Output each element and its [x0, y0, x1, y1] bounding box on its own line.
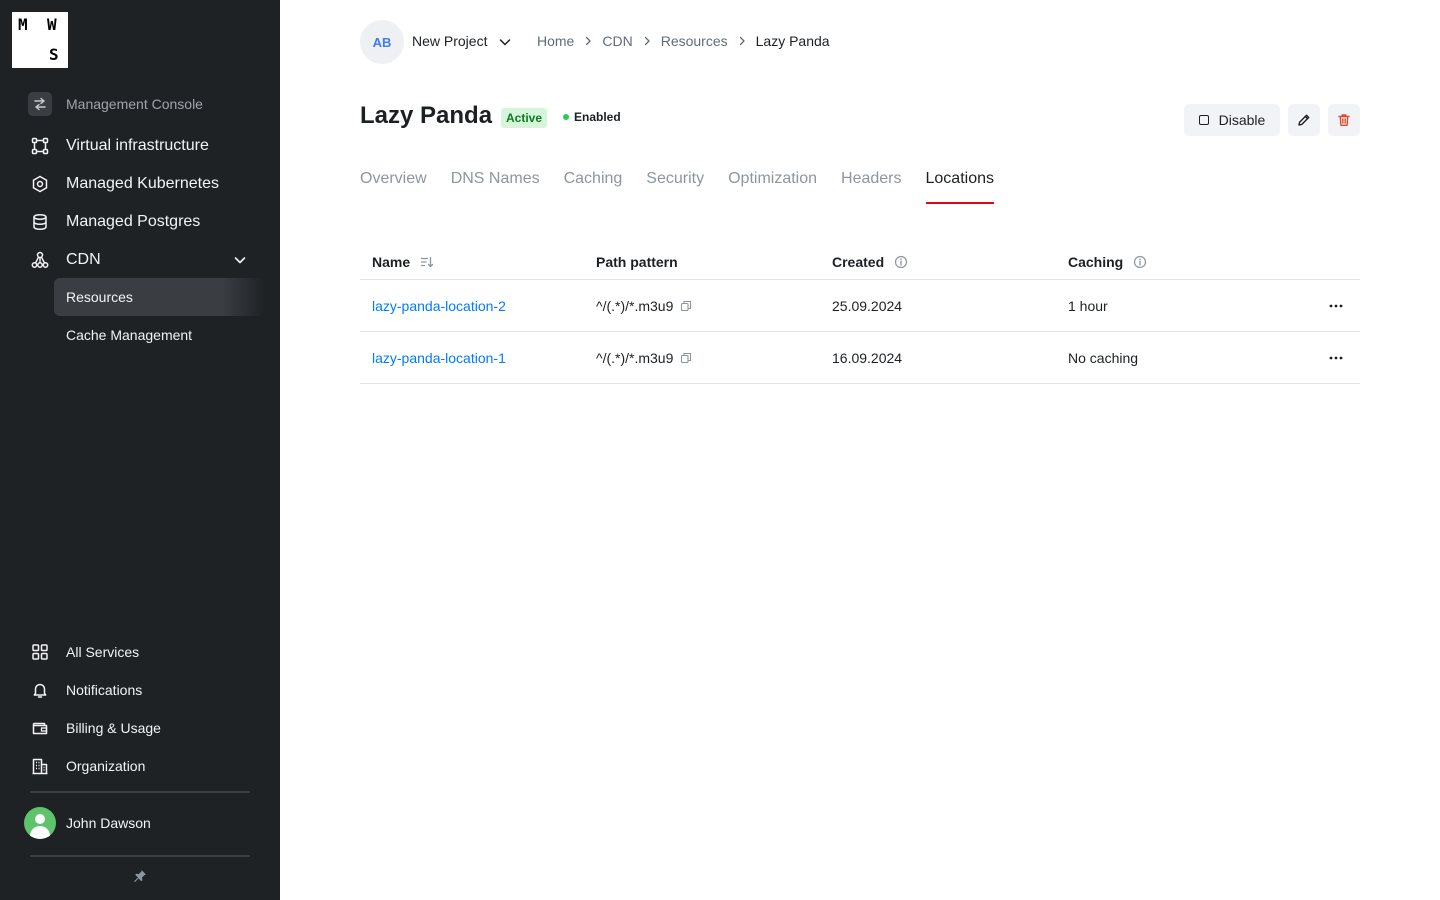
breadcrumb-home[interactable]: Home — [537, 33, 574, 49]
tab-headers[interactable]: Headers — [841, 168, 901, 204]
chevron-right-icon — [736, 35, 748, 47]
user-name: John Dawson — [66, 815, 151, 831]
project-selector[interactable]: New Project — [412, 33, 487, 49]
building-icon — [32, 758, 48, 775]
tab-overview[interactable]: Overview — [360, 168, 427, 204]
tabs: Overview DNS Names Caching Security Opti… — [360, 168, 1018, 204]
nav-organization[interactable]: Organization — [24, 750, 264, 782]
column-header-label: Name — [372, 253, 411, 270]
nav-label: Billing & Usage — [66, 720, 161, 736]
column-header-caching: Caching — [1068, 254, 1304, 270]
sidebar-item-cache-management[interactable]: Cache Management — [54, 316, 264, 354]
mws-logo[interactable]: M W S — [12, 12, 68, 68]
tab-security[interactable]: Security — [646, 168, 704, 204]
enabled-status-label: Enabled — [574, 110, 621, 124]
wallet-icon — [32, 722, 48, 735]
disable-button[interactable]: Disable — [1184, 104, 1280, 136]
nav-label: Managed Postgres — [66, 213, 201, 230]
chevron-right-icon — [582, 35, 594, 47]
breadcrumb-current: Lazy Panda — [755, 33, 830, 49]
trash-icon — [1338, 114, 1350, 126]
breadcrumb-resources[interactable]: Resources — [661, 33, 728, 49]
bell-icon — [33, 683, 47, 698]
column-header-label: Path pattern — [596, 253, 678, 270]
enabled-status: Enabled — [563, 110, 621, 124]
edit-button[interactable] — [1288, 104, 1320, 136]
status-badge: Active — [501, 108, 548, 128]
user-profile[interactable]: John Dawson — [24, 807, 151, 839]
nav-label: All Services — [66, 644, 140, 660]
switch-arrows-icon — [28, 92, 52, 116]
info-icon[interactable] — [894, 255, 908, 269]
table-row: lazy-panda-location-1 ^/(.*)/*.m3u9 16.0… — [360, 332, 1360, 384]
tab-locations[interactable]: Locations — [925, 168, 994, 204]
sidebar: M W S Management Console Virtual infrast… — [0, 0, 280, 900]
path-pattern: ^/(.*)/*.m3u9 — [596, 349, 674, 366]
column-header-label: Created — [832, 253, 885, 270]
column-header-name: Name — [360, 254, 596, 270]
column-header-created: Created — [832, 254, 1068, 270]
nav-cdn[interactable]: CDN — [24, 244, 264, 276]
sidebar-divider — [30, 791, 250, 793]
breadcrumb-cdn[interactable]: CDN — [602, 33, 632, 49]
created-date: 25.09.2024 — [832, 297, 903, 314]
nav-notifications[interactable]: Notifications — [24, 674, 264, 706]
column-header-label: Caching — [1068, 253, 1124, 270]
page-title: Lazy Panda — [360, 102, 493, 129]
logo-letter-s: S — [49, 45, 59, 64]
path-pattern: ^/(.*)/*.m3u9 — [596, 297, 674, 314]
pin-icon[interactable] — [132, 868, 148, 884]
disable-button-label: Disable — [1218, 112, 1266, 128]
nav-label: Organization — [66, 758, 146, 774]
table-header: Name Path pattern Created Caching — [360, 244, 1360, 280]
nav-label: Managed Kubernetes — [66, 175, 219, 192]
management-console-label: Management Console — [66, 96, 203, 112]
database-icon — [33, 213, 47, 231]
avatar — [24, 807, 56, 839]
location-name-link[interactable]: lazy-panda-location-2 — [372, 298, 506, 314]
grid-icon — [32, 644, 48, 660]
status-dot-icon — [563, 114, 569, 120]
more-actions-icon[interactable] — [1328, 298, 1344, 314]
chevron-down-icon[interactable] — [497, 34, 513, 50]
stop-icon — [1198, 115, 1209, 125]
more-actions-icon[interactable] — [1328, 350, 1344, 366]
nav-label: Virtual infrastructure — [66, 137, 209, 154]
sidebar-divider — [30, 855, 250, 857]
cdn-icon — [31, 251, 49, 268]
virtual-infrastructure-icon — [31, 137, 49, 155]
location-name-link[interactable]: lazy-panda-location-1 — [372, 350, 506, 366]
tab-optimization[interactable]: Optimization — [728, 168, 817, 204]
delete-button[interactable] — [1328, 104, 1360, 136]
table-row: lazy-panda-location-2 ^/(.*)/*.m3u9 25.0… — [360, 280, 1360, 332]
nav-label: CDN — [66, 251, 101, 268]
nav-virtual-infrastructure[interactable]: Virtual infrastructure — [24, 130, 264, 162]
copy-icon[interactable] — [680, 300, 692, 312]
caching-value: 1 hour — [1068, 297, 1108, 314]
caching-value: No caching — [1068, 349, 1139, 366]
nav-label: Notifications — [66, 682, 143, 698]
tab-caching[interactable]: Caching — [564, 168, 623, 204]
logo-letter-m: M — [18, 15, 28, 34]
logo-letter-w: W — [47, 15, 57, 34]
sort-icon[interactable] — [420, 255, 434, 269]
breadcrumb: Home CDN Resources Lazy Panda — [537, 33, 830, 49]
tab-dns-names[interactable]: DNS Names — [451, 168, 540, 204]
kubernetes-icon — [32, 175, 48, 193]
nav-managed-postgres[interactable]: Managed Postgres — [24, 206, 264, 238]
nav-managed-kubernetes[interactable]: Managed Kubernetes — [24, 168, 264, 200]
project-avatar[interactable]: AB — [360, 20, 404, 64]
management-console-link[interactable]: Management Console — [24, 88, 264, 120]
nav-all-services[interactable]: All Services — [24, 636, 264, 668]
info-icon[interactable] — [1133, 255, 1147, 269]
column-header-path-pattern: Path pattern — [596, 254, 832, 270]
pencil-icon — [1298, 114, 1310, 126]
created-date: 16.09.2024 — [832, 349, 903, 366]
copy-icon[interactable] — [680, 352, 692, 364]
nav-billing-usage[interactable]: Billing & Usage — [24, 712, 264, 744]
chevron-right-icon — [641, 35, 653, 47]
chevron-down-icon[interactable] — [232, 252, 248, 268]
locations-table: Name Path pattern Created Caching lazy-p… — [360, 244, 1360, 384]
sidebar-item-resources[interactable]: Resources — [54, 278, 264, 316]
